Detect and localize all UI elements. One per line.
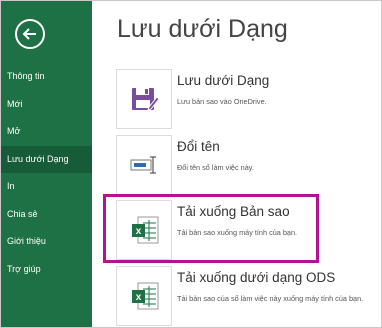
save-as-option[interactable]: Lưu dưới Dạng Lưu bản sao vào OneDrive. [116,69,378,133]
save-as-option-title: Lưu dưới Dạng [177,73,270,88]
download-copy-option-title: Tải xuống Bản sao [177,204,290,219]
app-frame: Thông tin Mới Mở Lưu dưới Dạng In Chia s… [0,0,382,328]
download-copy-option-description: Tải bản sao xuống máy tính của bạn. [177,228,298,237]
rename-option-description: Đổi tên sổ làm việc này. [177,163,254,172]
rename-option-title: Đổi tên [177,139,220,154]
sidebar-item-info[interactable]: Thông tin [1,63,92,91]
main-panel: Lưu dưới Dạng Lưu dưới Dạng Lưu bản sao … [92,1,381,327]
download-copy-icon-tile: x [116,200,172,260]
rename-option[interactable]: Đổi tên Đổi tên sổ làm việc này. [116,135,378,199]
sidebar-nav: Thông tin Mới Mở Lưu dưới Dạng In Chia s… [1,63,92,283]
floppy-pencil-icon [132,88,160,111]
excel-file-icon: x [132,216,159,244]
sidebar-item-help[interactable]: Trợ giúp [1,256,92,284]
download-ods-option-description: Tải bản sao của sổ làm việc này xuống má… [177,294,364,303]
svg-text:x: x [136,226,142,237]
sidebar-item-print[interactable]: In [1,173,92,201]
excel-file-icon: x [132,282,159,310]
sidebar-item-share[interactable]: Chia sẻ [1,201,92,229]
rename-textbox-icon [130,156,156,174]
download-ods-option[interactable]: x Tải xuống dưới dạng ODS Tải bản sao củ… [116,266,378,327]
rename-icon-tile [116,135,172,195]
sidebar-item-new[interactable]: Mới [1,91,92,119]
back-button[interactable] [15,19,45,49]
download-ods-icon-tile: x [116,266,172,326]
page-title: Lưu dưới Dạng [117,15,288,43]
sidebar: Thông tin Mới Mở Lưu dưới Dạng In Chia s… [1,1,92,327]
sidebar-item-save-as[interactable]: Lưu dưới Dạng [1,145,92,173]
download-copy-option[interactable]: x Tải xuống Bản sao Tải bản sao xuống má… [116,200,378,264]
save-as-icon-tile [116,69,172,129]
save-as-option-description: Lưu bản sao vào OneDrive. [177,97,267,106]
download-ods-option-title: Tải xuống dưới dạng ODS [177,270,336,285]
svg-text:x: x [136,292,142,303]
back-arrow-circle-icon [22,28,36,40]
sidebar-item-open[interactable]: Mở [1,118,92,146]
sidebar-item-about[interactable]: Giới thiệu [1,228,92,256]
